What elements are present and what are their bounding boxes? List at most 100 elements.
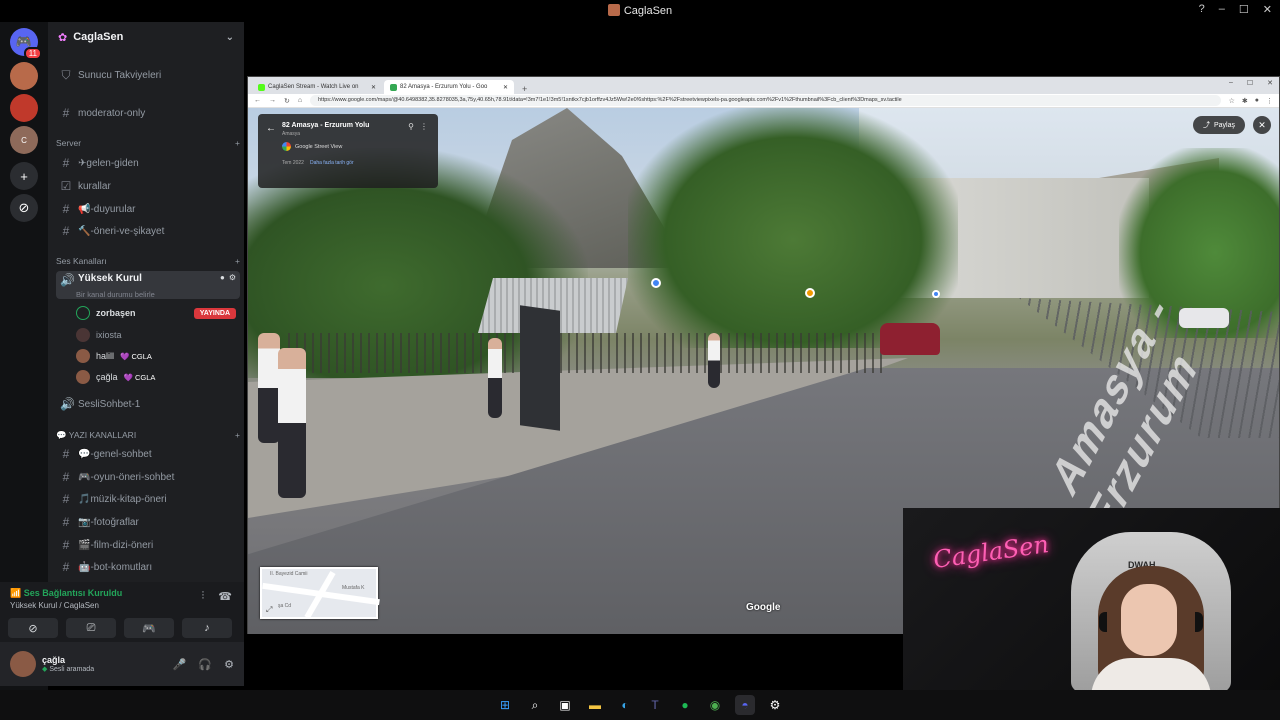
google-logo: Google [746, 602, 781, 613]
headphones-icon[interactable]: 🎧 [198, 658, 212, 671]
more-options-icon[interactable]: ⋮ [420, 122, 428, 131]
soundboard-button[interactable]: ♪ [182, 618, 232, 638]
bookmark-icon[interactable]: ☆ [1229, 97, 1235, 105]
close-street-view-button[interactable]: ✕ [1253, 116, 1271, 134]
voice-user[interactable]: ixiosta [76, 326, 236, 344]
channel-item-fotograflar[interactable]: # 📷-fotoğraflar [56, 513, 240, 531]
voice-status-hint[interactable]: Bir kanal durumu belirle [76, 290, 155, 299]
signal-icon: 📶 [10, 588, 22, 598]
activity-button[interactable]: 🎮 [124, 618, 174, 638]
teams-icon[interactable]: T [645, 695, 665, 715]
file-explorer-icon[interactable]: ▬ [585, 695, 605, 715]
channel-item-muzik-kitap-oneri[interactable]: # 🎵müzik-kitap-öneri [56, 490, 240, 508]
edge-icon[interactable]: ◐ [615, 695, 635, 715]
pedestrian [488, 338, 502, 418]
channel-item-bot-komutlari[interactable]: # 🤖-bot-komutları [56, 558, 240, 576]
forward-icon[interactable]: → [269, 97, 276, 104]
menu-icon[interactable]: ⋮ [1266, 97, 1273, 105]
address-bar[interactable]: https://www.google.com/maps/@40.6498382,… [310, 95, 1221, 106]
disconnect-icon[interactable]: ☎ [218, 590, 232, 603]
settings-icon[interactable]: ⚙ [765, 695, 785, 715]
channel-item-genel-sohbet[interactable]: # 💬-genel-sohbet [56, 445, 240, 463]
server-folder-icon[interactable]: C [10, 126, 38, 154]
microphone-icon[interactable]: 🎤 [173, 658, 187, 671]
server-icon-caglasen[interactable] [10, 62, 38, 90]
pedestrian [708, 333, 720, 388]
close-icon: ✕ [1258, 119, 1266, 130]
street-view-minimap[interactable]: II. Bayezid Camii Mustafa K şa Cd ⤢ [260, 567, 380, 620]
new-tab-button[interactable]: + [516, 84, 533, 94]
voice-location[interactable]: Yüksek Kurul / CaglaSen [10, 601, 234, 610]
avatar[interactable] [10, 651, 36, 677]
back-icon[interactable]: ← [254, 97, 261, 104]
voice-user[interactable]: zorbaşen YAYINDA [76, 304, 236, 322]
maximize-icon[interactable]: ☐ [1239, 3, 1249, 16]
chrome-icon[interactable]: ◉ [705, 695, 725, 715]
channel-item-oyun-oneri-sohbet[interactable]: # 🎮-oyun-öneri-sohbet [56, 468, 240, 486]
channel-item-sunucu-takviyeleri[interactable]: ⛉ Sunucu Takviyeleri [56, 66, 240, 84]
reload-icon[interactable]: ↻ [284, 97, 290, 105]
plus-icon[interactable]: + [235, 138, 240, 148]
category-voice[interactable]: Ses Kanalları + [56, 256, 240, 266]
voice-user[interactable]: halill 💜 CGLA [76, 347, 236, 365]
close-icon[interactable]: ✕ [503, 84, 508, 91]
browser-tabstrip: CaglaSen Stream - Watch Live on ✕ 82 Amas… [248, 77, 1279, 94]
capture-date: Tem 2022 Daha fazla tarih gör [282, 160, 354, 166]
channel-item-duyurular[interactable]: # 📢-duyurular [56, 200, 240, 218]
spotify-icon[interactable]: ● [675, 695, 695, 715]
hash-icon: # [62, 515, 70, 529]
gear-icon[interactable]: ⚙ [224, 658, 234, 671]
discord-home-icon[interactable]: 🎮 11 [10, 28, 42, 60]
expand-map-icon[interactable]: ⤢ [266, 605, 272, 615]
screen-share-button[interactable]: ⎚ [66, 618, 116, 638]
browser-tab-active[interactable]: 82 Amasya - Erzurum Yolu - Goo ✕ [384, 80, 514, 94]
help-icon[interactable]: ? [1199, 3, 1205, 16]
street-view-info-card: ← 82 Amasya - Erzurum Yolu Amasya Google… [258, 114, 438, 188]
minimize-icon[interactable]: – [1219, 3, 1225, 16]
neon-sign: CaglaSen [931, 530, 1051, 574]
noise-suppression-icon[interactable]: ⫶ [202, 590, 205, 603]
chevron-down-icon[interactable]: ⌄ [226, 32, 234, 43]
search-icon[interactable]: ⌕ [525, 695, 545, 715]
map-pin-icon[interactable] [805, 288, 815, 298]
close-icon[interactable]: ✕ [1263, 3, 1272, 16]
discord-icon[interactable]: ◓ [735, 695, 755, 715]
chat-invite-settings-icon[interactable]: ●⚙ [220, 273, 240, 282]
maps-icon [390, 83, 397, 91]
channel-item-oneri-ve-sikayet[interactable]: # 🔨-öneri-ve-şikayet [56, 222, 240, 240]
add-server-icon[interactable]: + [10, 162, 38, 190]
maximize-icon[interactable]: ☐ [1247, 79, 1253, 87]
category-text[interactable]: 💬 YAZI KANALLARI + [56, 430, 240, 441]
voice-connected-status[interactable]: 📶 Ses Bağlantısı Kuruldu [10, 588, 234, 599]
guild-header[interactable]: ✿ CaglaSen ⌄ [48, 22, 244, 52]
windows-taskbar: ⊞ ⌕ ▣ ▬ ◐ T ● ◉ ◓ ⚙ [0, 690, 1280, 720]
task-view-icon[interactable]: ▣ [555, 695, 575, 715]
server-icon[interactable] [10, 94, 38, 122]
channel-item-kurallar[interactable]: ☑ kurallar [56, 177, 240, 195]
voice-channel-seslisohbet[interactable]: 🔊 SesliSohbet-1 [56, 395, 240, 413]
camera-off-button[interactable]: ⊘ [8, 618, 58, 638]
map-pin-icon[interactable] [932, 290, 940, 298]
more-dates-link[interactable]: Daha fazla tarih gör [310, 160, 354, 166]
location-pin-icon[interactable]: ⚲ [408, 122, 414, 131]
close-icon[interactable]: ✕ [371, 84, 376, 91]
plus-icon[interactable]: + [235, 430, 240, 441]
close-icon[interactable]: ✕ [1267, 79, 1273, 87]
plus-icon[interactable]: + [235, 256, 240, 266]
browser-tab[interactable]: CaglaSen Stream - Watch Live on ✕ [252, 80, 382, 94]
discover-icon[interactable]: ⊘ [10, 194, 38, 222]
category-server[interactable]: Server + [56, 138, 240, 148]
extension-icon[interactable]: ✱ [1242, 97, 1248, 105]
channel-item-moderator-only[interactable]: # moderator-only [56, 104, 240, 122]
home-icon[interactable]: ⌂ [298, 97, 302, 104]
minimize-icon[interactable]: – [1229, 79, 1233, 87]
profile-icon[interactable]: ● [1255, 97, 1259, 105]
voice-user[interactable]: çağla 💜 CGLA [76, 368, 236, 386]
channel-item-gelen-giden[interactable]: # ✈gelen-giden [56, 154, 240, 172]
channel-item-film-dizi-oneri[interactable]: # 🎬-film-dizi-öneri [56, 536, 240, 554]
share-button[interactable]: ⤴ Paylaş [1192, 116, 1245, 134]
map-pin-icon[interactable] [651, 278, 661, 288]
role-tag: 💜 CGLA [120, 351, 152, 361]
back-arrow-icon[interactable]: ← [266, 123, 276, 134]
windows-start-icon[interactable]: ⊞ [495, 695, 515, 715]
